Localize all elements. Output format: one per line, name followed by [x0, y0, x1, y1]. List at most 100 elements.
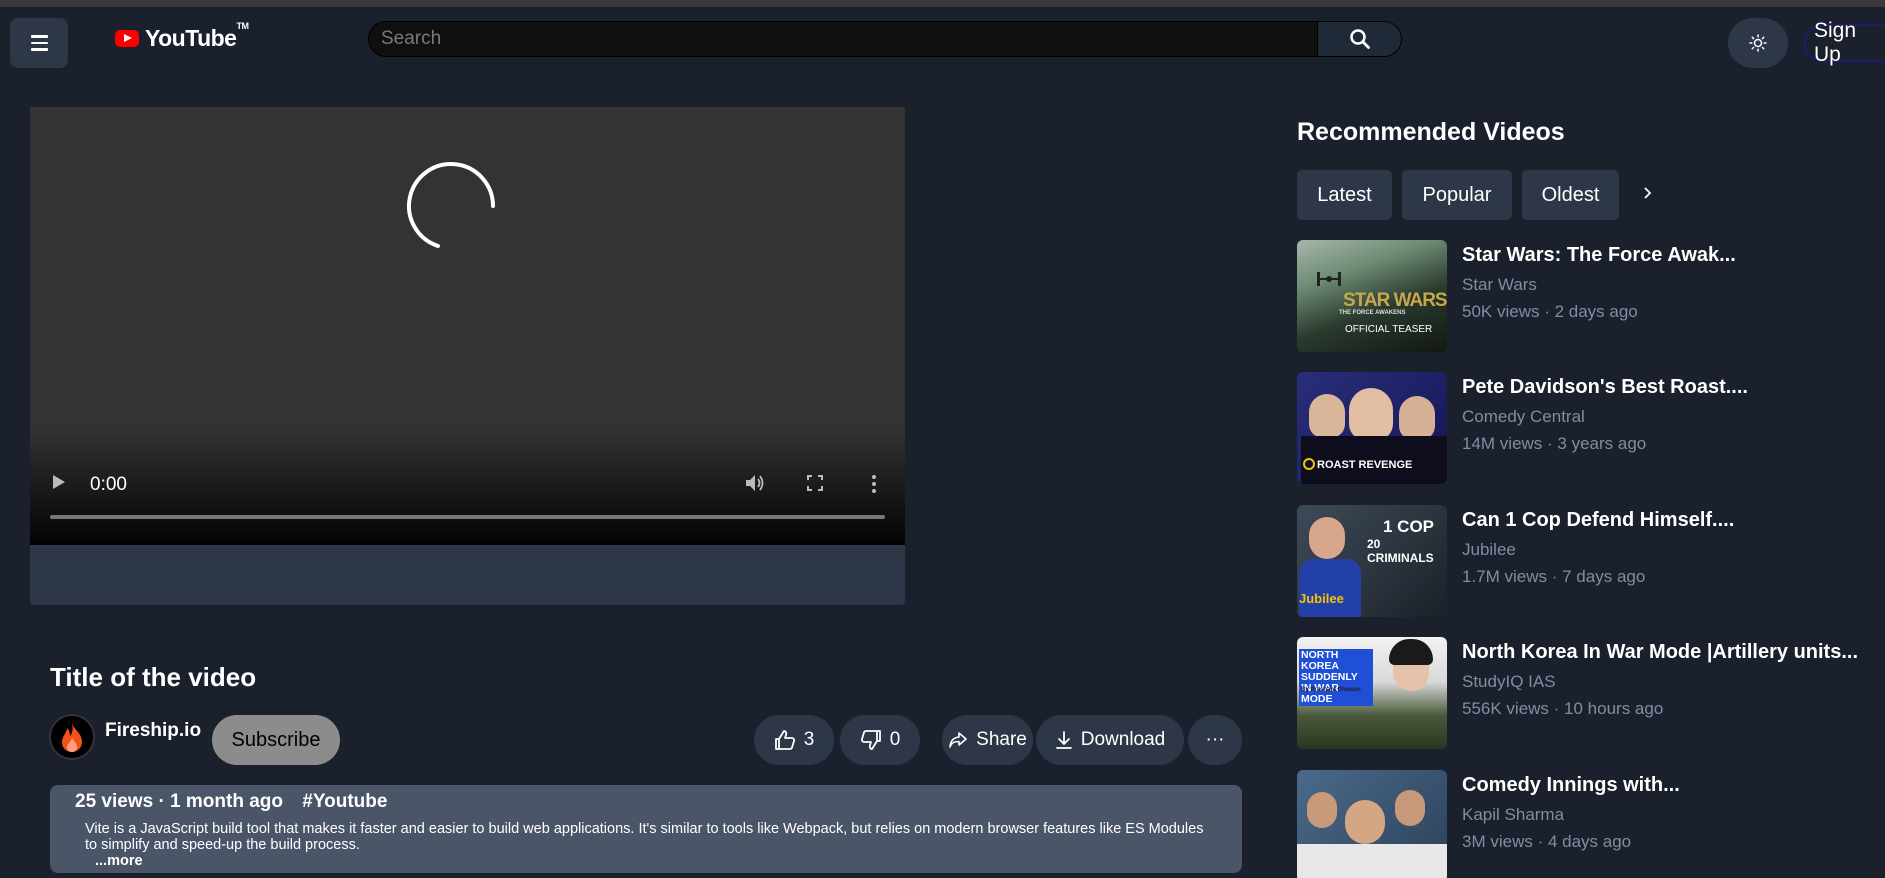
person-shape: [1345, 800, 1385, 844]
recommended-video-item[interactable]: Comedy Innings with... Kapil Sharma 3M v…: [1297, 770, 1857, 878]
search-icon: [1349, 29, 1370, 49]
video-title[interactable]: Pete Davidson's Best Roast....: [1462, 376, 1748, 399]
search-button[interactable]: [1317, 22, 1401, 56]
description-meta: 25 views · 1 month ago #Youtube: [75, 791, 1217, 813]
filter-chips: Latest Popular Oldest: [1297, 170, 1653, 220]
video-title[interactable]: Can 1 Cop Defend Himself....: [1462, 509, 1734, 532]
logo-text: YouTubeTM: [145, 21, 249, 51]
progress-bar[interactable]: [50, 515, 885, 519]
video-info: Star Wars: The Force Awak... Star Wars 5…: [1462, 244, 1736, 322]
thumbnail-subtitle: By Prashant Dhawan: [1301, 687, 1361, 693]
video-thumbnail[interactable]: 1 COP 20 CRIMINALS Jubilee: [1297, 505, 1447, 617]
volume-icon: [746, 475, 764, 491]
filter-popular[interactable]: Popular: [1402, 170, 1512, 220]
chevron-right-icon: [1644, 186, 1652, 199]
like-count: 3: [803, 729, 815, 750]
show-more-link[interactable]: ...more: [75, 853, 1217, 869]
more-actions-button[interactable]: ···: [1188, 715, 1242, 765]
video-meta: 3M views · 4 days ago: [1462, 832, 1632, 851]
subscribe-button[interactable]: Subscribe: [212, 715, 340, 765]
channel-name[interactable]: Fireship.io: [105, 720, 201, 742]
person-shape: [1309, 517, 1345, 559]
video-meta: 14M views · 3 years ago: [1462, 434, 1647, 453]
video-channel[interactable]: StudyIQ IAS: [1462, 672, 1858, 692]
person-shape: [1399, 396, 1435, 440]
theme-toggle-button[interactable]: [1728, 18, 1788, 68]
filter-latest[interactable]: Latest: [1297, 170, 1392, 220]
hashtag-link[interactable]: #Youtube: [302, 791, 387, 812]
youtube-play-icon: [115, 30, 139, 47]
player-options-button[interactable]: [871, 474, 877, 499]
download-button[interactable]: Download: [1036, 715, 1184, 765]
video-info: Pete Davidson's Best Roast.... Comedy Ce…: [1462, 376, 1748, 454]
video-info: Comedy Innings with... Kapil Sharma 3M v…: [1462, 774, 1680, 852]
current-time: 0:00: [90, 474, 127, 495]
person-shape: [1349, 388, 1393, 440]
menu-line-icon: [30, 41, 48, 45]
search-input[interactable]: [369, 22, 1317, 56]
tie-fighter-icon: [1317, 272, 1341, 286]
video-channel[interactable]: Kapil Sharma: [1462, 805, 1680, 825]
share-icon: [949, 732, 967, 748]
dislike-button[interactable]: 0: [840, 715, 920, 765]
description-text: Vite is a JavaScript build tool that mak…: [85, 821, 1204, 853]
browser-top-strip: [0, 0, 1885, 7]
views-age: 25 views · 1 month ago: [75, 791, 283, 812]
video-info: North Korea In War Mode |Artillery units…: [1462, 641, 1858, 719]
logo-trademark: TM: [236, 21, 249, 31]
hair-shape: [1389, 639, 1433, 665]
search-bar: [368, 21, 1402, 57]
thumbnail-subtitle: THE FORCE AWAKENS: [1339, 310, 1406, 316]
fullscreen-button[interactable]: [806, 474, 824, 497]
signup-button[interactable]: Sign Up: [1804, 19, 1885, 66]
download-icon: [1055, 731, 1072, 749]
video-thumbnail[interactable]: [1297, 770, 1447, 878]
recommended-video-item[interactable]: 1 COP 20 CRIMINALS Jubilee Can 1 Cop Def…: [1297, 505, 1857, 617]
thumbnail-caption: OFFICIAL TEASER: [1345, 324, 1433, 335]
player-controls-gradient: [30, 427, 905, 545]
video-title[interactable]: North Korea In War Mode |Artillery units…: [1462, 641, 1858, 664]
shirt-shape: [1299, 559, 1361, 617]
video-title[interactable]: Comedy Innings with...: [1462, 774, 1680, 797]
video-thumbnail[interactable]: ROAST REVENGE: [1297, 372, 1447, 484]
download-label: Download: [1080, 729, 1166, 750]
video-title[interactable]: Star Wars: The Force Awak...: [1462, 244, 1736, 267]
menu-line-icon: [30, 48, 48, 51]
video-thumbnail[interactable]: STAR WARS THE FORCE AWAKENS OFFICIAL TEA…: [1297, 240, 1447, 352]
filter-next-button[interactable]: [1641, 186, 1653, 205]
like-button[interactable]: 3: [754, 715, 834, 765]
recommended-video-item[interactable]: STAR WARS THE FORCE AWAKENS OFFICIAL TEA…: [1297, 240, 1857, 352]
thumbnail-title: ROAST REVENGE: [1317, 459, 1413, 471]
play-button[interactable]: [50, 472, 68, 497]
person-shape: [1307, 792, 1337, 828]
video-title: Title of the video: [50, 662, 257, 692]
video-meta: 1.7M views · 7 days ago: [1462, 567, 1646, 586]
video-channel[interactable]: Star Wars: [1462, 275, 1736, 295]
menu-line-icon: [30, 35, 48, 38]
volume-button[interactable]: [744, 472, 766, 499]
thumbnail-title: 1 COP: [1383, 517, 1435, 536]
share-label: Share: [976, 729, 1027, 750]
video-thumbnail[interactable]: NORTH KOREA SUDDENLY IN WAR MODE By Pras…: [1297, 637, 1447, 749]
thumbnail-brand: Jubilee: [1299, 591, 1344, 606]
filter-oldest[interactable]: Oldest: [1522, 170, 1619, 220]
sun-icon: [1749, 34, 1767, 52]
recommended-video-item[interactable]: ROAST REVENGE Pete Davidson's Best Roast…: [1297, 372, 1857, 484]
channel-avatar[interactable]: [49, 714, 95, 760]
fire-icon: [62, 723, 82, 752]
recommended-title: Recommended Videos: [1297, 118, 1565, 146]
thumbnail-title: STAR WARS: [1343, 290, 1447, 311]
youtube-logo[interactable]: YouTubeTM: [115, 21, 249, 52]
video-info: Can 1 Cop Defend Himself.... Jubilee 1.7…: [1462, 509, 1734, 587]
person-shape: [1309, 394, 1345, 438]
description-box[interactable]: 25 views · 1 month ago #Youtube Vite is …: [50, 785, 1242, 873]
thumbnail-title: NORTH KOREA SUDDENLY IN WAR MODE: [1299, 649, 1373, 706]
video-channel[interactable]: Jubilee: [1462, 540, 1734, 560]
person-shape: [1395, 790, 1425, 826]
video-meta: 50K views · 2 days ago: [1462, 302, 1638, 321]
recommended-video-item[interactable]: NORTH KOREA SUDDENLY IN WAR MODE By Pras…: [1297, 637, 1858, 749]
hamburger-menu-button[interactable]: [10, 18, 68, 68]
video-meta: 556K views · 10 hours ago: [1462, 699, 1664, 718]
share-button[interactable]: Share: [942, 715, 1033, 765]
video-channel[interactable]: Comedy Central: [1462, 407, 1748, 427]
